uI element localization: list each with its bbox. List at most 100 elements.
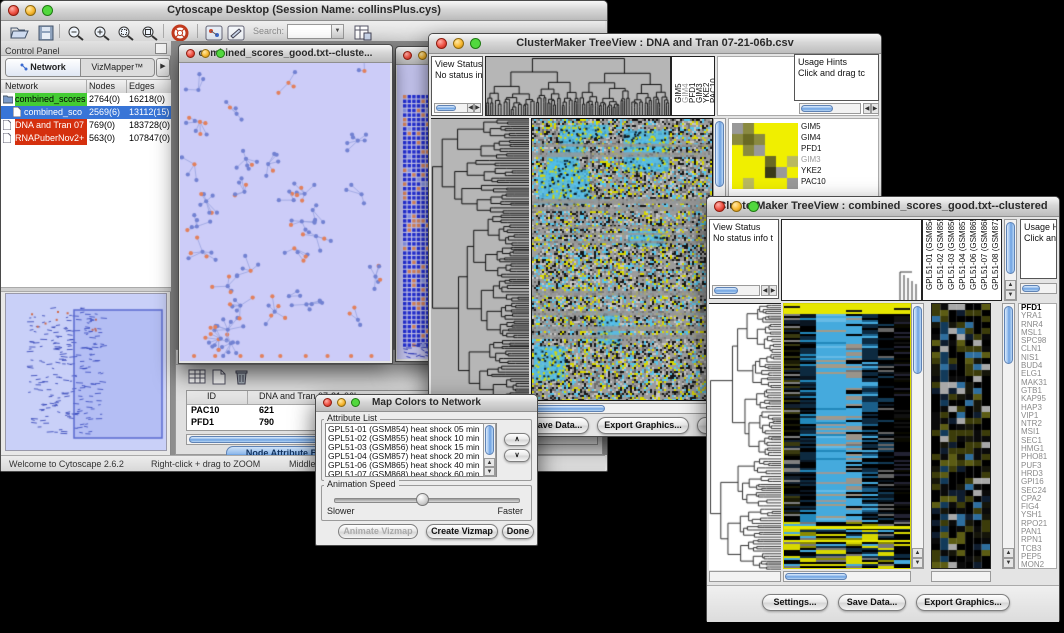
close-button[interactable] <box>8 5 19 16</box>
gene-label[interactable]: PAC10 <box>801 176 826 187</box>
gene-label[interactable]: MON2 <box>1021 561 1056 569</box>
treeview1-heatmap[interactable] <box>531 118 713 401</box>
minimize-button[interactable] <box>25 5 36 16</box>
column-label[interactable]: GPL51-03 (GSM856) <box>947 219 957 290</box>
col-edges[interactable]: Edges <box>129 81 155 91</box>
export-graphics-button[interactable]: Export Graphics... <box>916 594 1010 611</box>
main-titlebar[interactable]: Cytoscape Desktop (Session Name: collins… <box>1 1 607 21</box>
attribute-item[interactable]: GPL51-07 (GSM868) heat shock 60 min <box>328 470 494 477</box>
gene-label[interactable]: GIM4 <box>801 132 826 143</box>
treeview1-column-dendrogram[interactable] <box>485 56 671 116</box>
network-row-combined-scores[interactable]: combined_scores 2764(0) 16218(0) <box>1 93 171 106</box>
column-label[interactable]: PAC10 <box>709 78 715 103</box>
gene-label[interactable]: GIM3 <box>801 154 826 165</box>
column-label[interactable]: GPL51-01 (GSM854) <box>925 219 935 290</box>
minimize-button[interactable] <box>453 38 464 49</box>
column-label[interactable]: GPL51-07 (GSM868) <box>980 219 990 290</box>
view-status-hscrollbar[interactable] <box>712 285 760 296</box>
scroll-left-arrow[interactable]: ◀ <box>863 103 871 114</box>
usage-hscrollbar[interactable] <box>1020 283 1057 294</box>
zoom-window-button[interactable] <box>470 38 481 49</box>
gene-label[interactable]: PFD1 <box>801 143 826 154</box>
panel-splitter[interactable] <box>1 287 171 292</box>
minimize-button[interactable] <box>418 51 427 60</box>
table-row[interactable]: PAC10 <box>191 405 219 415</box>
network-row-selected[interactable]: combined_sco 2569(6) 13112(15) <box>1 106 171 119</box>
rowtree-hscrollbar[interactable] <box>709 571 781 582</box>
zoom-fit-icon[interactable] <box>139 24 161 42</box>
annotation-tool-icon[interactable] <box>225 24 247 42</box>
treeview2-global-heatmap[interactable] <box>931 303 991 569</box>
attribute-list-vscrollbar[interactable]: ▲ ▼ <box>483 423 496 477</box>
zoom-selected-icon[interactable] <box>115 24 137 42</box>
scroll-left-arrow[interactable]: ◀ <box>467 103 474 113</box>
minimize-button[interactable] <box>337 398 346 407</box>
network-graph-canvas[interactable] <box>180 63 390 361</box>
treeview2-heatmap[interactable] <box>783 303 911 569</box>
usage-hscrollbar[interactable] <box>799 103 861 114</box>
table-row[interactable]: PFD1 <box>191 417 214 427</box>
scroll-down-arrow[interactable]: ▼ <box>1005 290 1016 300</box>
network-window1-titlebar[interactable]: combined_scores_good.txt--cluste... <box>179 45 392 63</box>
zoom-window-button[interactable] <box>42 5 53 16</box>
treeview2-titlebar[interactable]: ClusterMaker TreeView : combined_scores_… <box>707 197 1059 217</box>
close-button[interactable] <box>186 49 195 58</box>
table-icon[interactable] <box>188 369 206 385</box>
trash-icon[interactable] <box>234 369 249 385</box>
minimize-button[interactable] <box>201 49 210 58</box>
birdseye-view-canvas[interactable] <box>5 293 167 451</box>
close-button[interactable] <box>714 201 725 212</box>
column-label[interactable]: GPL51-08 (GSM872) <box>991 219 1001 290</box>
treeview1-zoom-heatmap[interactable] <box>732 123 798 189</box>
create-vizmap-button[interactable]: Create Vizmap <box>426 524 498 539</box>
minimize-button[interactable] <box>731 201 742 212</box>
treeview2-column-dendrogram[interactable] <box>781 219 922 301</box>
close-button[interactable] <box>436 38 447 49</box>
search-dropdown-button[interactable]: ▼ <box>331 24 344 39</box>
treeview1-row-dendrogram[interactable] <box>431 118 529 402</box>
float-panel-icon[interactable] <box>155 43 167 54</box>
column-label[interactable]: GPL51-06 (GSM865) <box>969 219 979 290</box>
scroll-right-arrow[interactable]: ▶ <box>769 285 777 296</box>
scroll-up-arrow[interactable]: ▲ <box>912 548 923 558</box>
scroll-right-arrow[interactable]: ▶ <box>474 103 481 113</box>
save-icon[interactable] <box>35 24 57 42</box>
scroll-down-arrow[interactable]: ▼ <box>1003 558 1014 568</box>
animate-vizmap-button[interactable]: Animate Vizmap <box>338 524 418 539</box>
zoom-window-button[interactable] <box>748 201 759 212</box>
scroll-down-arrow[interactable]: ▼ <box>484 467 495 476</box>
scroll-up-arrow[interactable]: ▲ <box>1003 548 1014 558</box>
zoom-window-button[interactable] <box>216 49 225 58</box>
scroll-up-arrow[interactable]: ▲ <box>1005 280 1016 290</box>
gene-label[interactable]: GIM5 <box>801 121 826 132</box>
treeview2-row-dendrogram[interactable] <box>709 303 781 570</box>
open-file-icon[interactable] <box>9 24 31 42</box>
view-status-hscrollbar[interactable] <box>434 103 470 113</box>
col-network[interactable]: Network <box>5 81 38 91</box>
tab-network[interactable]: Network <box>6 59 81 76</box>
zoom-out-icon[interactable] <box>65 24 87 42</box>
tab-vizmapper[interactable]: VizMapper™ <box>81 59 155 76</box>
treeview2-top-vscrollbar[interactable]: ▲ ▼ <box>1004 219 1017 301</box>
attribute-list[interactable]: GPL51-01 (GSM854) heat shock 05 minGPL51… <box>325 423 497 477</box>
network-tool-icon[interactable] <box>203 24 225 42</box>
new-attribute-icon[interactable] <box>212 369 226 385</box>
search-input[interactable] <box>287 24 333 39</box>
scroll-right-arrow[interactable]: ▶ <box>871 103 879 114</box>
col-nodes[interactable]: Nodes <box>89 81 115 91</box>
close-button[interactable] <box>403 51 412 60</box>
global-hscrollbar[interactable] <box>931 571 991 582</box>
treeview1-titlebar[interactable]: ClusterMaker TreeView : DNA and Tran 07-… <box>429 34 881 54</box>
scroll-up-arrow[interactable]: ▲ <box>484 458 495 467</box>
id-column-header[interactable]: ID <box>207 391 216 401</box>
tab-overflow-button[interactable]: ▶ <box>156 58 170 77</box>
treeview2-gene-vscrollbar[interactable]: ▲ ▼ <box>1002 303 1015 569</box>
move-down-button[interactable]: ∨ <box>504 449 530 462</box>
animation-speed-slider-thumb[interactable] <box>416 493 429 506</box>
close-button[interactable] <box>323 398 332 407</box>
dialog-titlebar[interactable]: Map Colors to Network <box>316 395 537 412</box>
scroll-left-arrow[interactable]: ◀ <box>761 285 769 296</box>
network-row-rnapuber[interactable]: RNAPuberNov2+ 563(0) 107847(0) <box>1 132 171 145</box>
save-data-button[interactable]: Save Data... <box>838 594 906 611</box>
network-row-dna-tran[interactable]: DNA and Tran 07 769(0) 183728(0) <box>1 119 171 132</box>
